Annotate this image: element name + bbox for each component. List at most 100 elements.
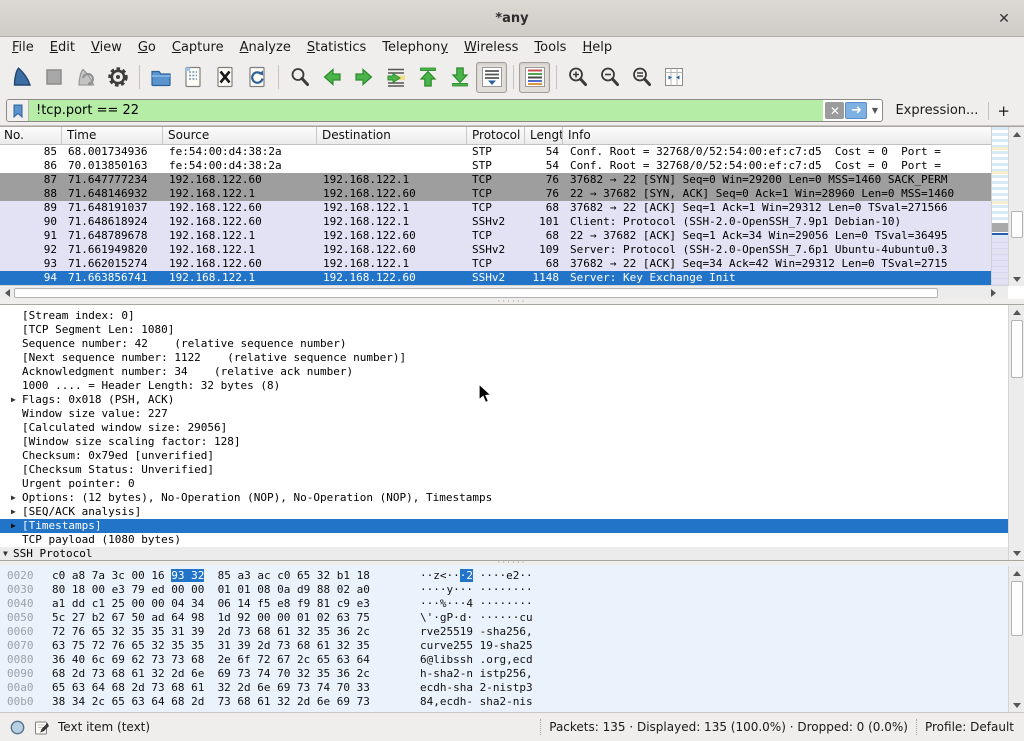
detail-row[interactable]: Window size value: 227 bbox=[0, 407, 1024, 421]
detail-row[interactable]: Acknowledgment number: 34 (relative ack … bbox=[0, 365, 1024, 379]
column-header-source[interactable]: Source bbox=[163, 127, 317, 144]
column-header-info[interactable]: Info bbox=[563, 127, 1024, 144]
packet-row-94[interactable]: 9471.663856741192.168.122.1192.168.122.6… bbox=[0, 271, 991, 285]
detail-row[interactable]: [Calculated window size: 29056] bbox=[0, 421, 1024, 435]
filter-history-dropdown[interactable]: ▼ bbox=[867, 100, 882, 121]
packet-row-88[interactable]: 8871.648146932192.168.122.1192.168.122.6… bbox=[0, 187, 991, 201]
go-forward-button[interactable] bbox=[348, 62, 379, 93]
go-last-button[interactable] bbox=[444, 62, 475, 93]
filter-add-button[interactable]: + bbox=[989, 102, 1018, 120]
menu-wireless[interactable]: Wireless bbox=[456, 39, 526, 56]
column-header-protocol[interactable]: Protocol bbox=[467, 127, 525, 144]
find-packet-button[interactable] bbox=[284, 62, 315, 93]
packet-row-87[interactable]: 8771.647777234192.168.122.60192.168.122.… bbox=[0, 173, 991, 187]
menu-view[interactable]: View bbox=[83, 39, 130, 56]
zoom-out-button[interactable] bbox=[594, 62, 625, 93]
scroll-left-arrow[interactable] bbox=[0, 286, 14, 300]
scroll-right-arrow[interactable] bbox=[986, 286, 1000, 300]
details-vertical-scrollbar[interactable] bbox=[1008, 305, 1024, 560]
detail-row[interactable]: [Stream index: 0] bbox=[0, 309, 1024, 323]
expert-info-icon[interactable] bbox=[10, 720, 25, 735]
menu-tools[interactable]: Tools bbox=[526, 39, 574, 56]
detail-row[interactable]: Urgent pointer: 0 bbox=[0, 477, 1024, 491]
hex-row-0020[interactable]: 0020c0 a8 7a 3c 00 16 93 32 85 a3 ac c0 … bbox=[0, 569, 1024, 583]
menu-edit[interactable]: Edit bbox=[42, 39, 83, 56]
expander-closed-icon[interactable]: ▶ bbox=[11, 393, 16, 407]
column-header-length[interactable]: Length bbox=[525, 127, 563, 144]
scrollbar-thumb[interactable] bbox=[1011, 581, 1023, 636]
scroll-down-arrow[interactable] bbox=[1009, 698, 1024, 712]
detail-row[interactable]: Checksum: 0x79ed [unverified] bbox=[0, 449, 1024, 463]
hex-row-0060[interactable]: 006072 76 65 32 35 35 31 39 2d 73 68 61 … bbox=[0, 625, 1024, 639]
packet-list-minimap[interactable] bbox=[991, 127, 1008, 286]
detail-row[interactable]: ▶[Timestamps] bbox=[0, 519, 1024, 533]
start-capture-button[interactable] bbox=[6, 62, 37, 93]
packet-row-93[interactable]: 9371.662015274192.168.122.60192.168.122.… bbox=[0, 257, 991, 271]
expander-closed-icon[interactable]: ▶ bbox=[11, 491, 16, 505]
scroll-up-arrow[interactable] bbox=[1009, 127, 1024, 141]
filter-apply-button[interactable]: ➜ bbox=[845, 102, 867, 119]
stop-capture-button[interactable] bbox=[38, 62, 69, 93]
hex-row-00b0[interactable]: 00b038 34 2c 65 63 64 68 2d 73 68 61 32 … bbox=[0, 695, 1024, 709]
hex-row-0080[interactable]: 008036 40 6c 69 62 73 73 68 2e 6f 72 67 … bbox=[0, 653, 1024, 667]
hex-vertical-scrollbar[interactable] bbox=[1008, 566, 1024, 712]
save-file-button[interactable] bbox=[177, 62, 208, 93]
menu-telephony[interactable]: Telephony bbox=[374, 39, 456, 56]
filter-bookmark-button[interactable] bbox=[7, 100, 29, 121]
detail-row[interactable]: [TCP Segment Len: 1080] bbox=[0, 323, 1024, 337]
scrollbar-thumb[interactable] bbox=[14, 288, 938, 298]
display-filter-input[interactable]: !tcp.port == 22 bbox=[29, 100, 823, 121]
scroll-down-arrow[interactable] bbox=[1009, 546, 1024, 560]
menu-go[interactable]: Go bbox=[130, 39, 164, 56]
go-to-packet-button[interactable] bbox=[380, 62, 411, 93]
close-window-button[interactable]: ✕ bbox=[994, 9, 1014, 29]
expander-closed-icon[interactable]: ▶ bbox=[11, 519, 16, 533]
column-header-time[interactable]: Time bbox=[62, 127, 163, 144]
packet-row-85[interactable]: 8568.001734936fe:54:00:d4:38:2aSTP54Conf… bbox=[0, 145, 991, 159]
scrollbar-thumb[interactable] bbox=[1011, 211, 1023, 238]
detail-row[interactable]: Sequence number: 42 (relative sequence n… bbox=[0, 337, 1024, 351]
detail-row[interactable]: ▶Options: (12 bytes), No-Operation (NOP)… bbox=[0, 491, 1024, 505]
hex-row-0070[interactable]: 007063 75 72 76 65 32 35 35 31 39 2d 73 … bbox=[0, 639, 1024, 653]
hex-row-0030[interactable]: 003080 18 00 e3 79 ed 00 00 01 01 08 0a … bbox=[0, 583, 1024, 597]
menu-file[interactable]: File bbox=[4, 39, 42, 56]
zoom-in-button[interactable] bbox=[562, 62, 593, 93]
auto-scroll-button[interactable] bbox=[476, 62, 507, 93]
go-first-button[interactable] bbox=[412, 62, 443, 93]
expander-open-icon[interactable]: ▼ bbox=[3, 547, 8, 561]
hex-row-0050[interactable]: 00505c 27 b2 67 50 ad 64 98 1d 92 00 00 … bbox=[0, 611, 1024, 625]
expander-closed-icon[interactable]: ▶ bbox=[11, 505, 16, 519]
resize-columns-button[interactable] bbox=[658, 62, 689, 93]
open-file-button[interactable] bbox=[145, 62, 176, 93]
hex-row-00a0[interactable]: 00a065 63 64 68 2d 73 68 61 32 2d 6e 69 … bbox=[0, 681, 1024, 695]
packet-row-90[interactable]: 9071.648618924192.168.122.60192.168.122.… bbox=[0, 215, 991, 229]
detail-row[interactable]: ▶[SEQ/ACK analysis] bbox=[0, 505, 1024, 519]
menu-capture[interactable]: Capture bbox=[164, 39, 232, 56]
menu-analyze[interactable]: Analyze bbox=[232, 39, 299, 56]
filter-clear-button[interactable]: ✕ bbox=[825, 102, 844, 119]
detail-row[interactable]: [Window size scaling factor: 128] bbox=[0, 435, 1024, 449]
packet-row-89[interactable]: 8971.648191037192.168.122.60192.168.122.… bbox=[0, 201, 991, 215]
scroll-up-arrow[interactable] bbox=[1009, 566, 1024, 580]
scroll-down-arrow[interactable] bbox=[1009, 272, 1024, 286]
detail-row[interactable]: 1000 .... = Header Length: 32 bytes (8) bbox=[0, 379, 1024, 393]
packet-row-86[interactable]: 8670.013850163fe:54:00:d4:38:2aSTP54Conf… bbox=[0, 159, 991, 173]
detail-row[interactable]: [Checksum Status: Unverified] bbox=[0, 463, 1024, 477]
detail-row[interactable]: TCP payload (1080 bytes) bbox=[0, 533, 1024, 547]
capture-options-button[interactable] bbox=[102, 62, 133, 93]
hex-row-0090[interactable]: 009068 2d 73 68 61 32 2d 6e 69 73 74 70 … bbox=[0, 667, 1024, 681]
capture-comment-icon[interactable] bbox=[34, 720, 49, 735]
packet-row-91[interactable]: 9171.648789678192.168.122.1192.168.122.6… bbox=[0, 229, 991, 243]
colorize-button[interactable] bbox=[519, 62, 550, 93]
hex-row-0040[interactable]: 0040a1 dd c1 25 00 00 04 34 06 14 f5 e8 … bbox=[0, 597, 1024, 611]
expression-button[interactable]: Expression... bbox=[883, 103, 988, 118]
restart-capture-button[interactable] bbox=[70, 62, 101, 93]
menu-help[interactable]: Help bbox=[574, 39, 620, 56]
go-back-button[interactable] bbox=[316, 62, 347, 93]
scrollbar-thumb[interactable] bbox=[1011, 320, 1023, 378]
close-file-button[interactable] bbox=[209, 62, 240, 93]
status-profile[interactable]: Profile: Default bbox=[925, 720, 1014, 734]
detail-row[interactable]: ▶Flags: 0x018 (PSH, ACK) bbox=[0, 393, 1024, 407]
scroll-up-arrow[interactable] bbox=[1009, 305, 1024, 319]
reload-file-button[interactable] bbox=[241, 62, 272, 93]
